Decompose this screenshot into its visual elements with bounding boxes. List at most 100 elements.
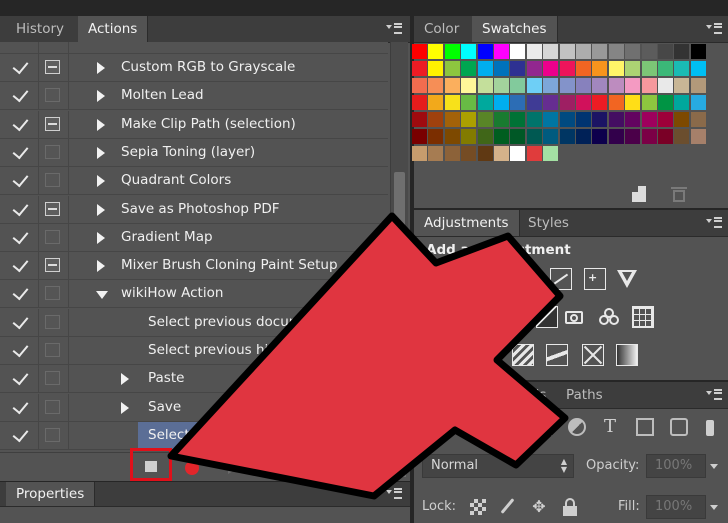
action-row[interactable]: Custom RGB to Grayscale — [0, 54, 388, 82]
color-swatch[interactable] — [412, 146, 427, 161]
color-swatch[interactable] — [412, 78, 427, 93]
color-swatch[interactable] — [412, 95, 427, 110]
color-swatch[interactable] — [477, 112, 493, 127]
color-swatch[interactable] — [412, 44, 427, 59]
color-swatch[interactable] — [625, 78, 641, 93]
photo-filter-icon[interactable] — [564, 306, 586, 328]
color-swatch[interactable] — [543, 95, 559, 110]
color-swatch[interactable] — [428, 129, 444, 144]
color-swatch[interactable] — [477, 61, 493, 76]
curves-icon[interactable] — [550, 268, 572, 290]
color-swatch[interactable] — [658, 112, 673, 127]
color-swatch[interactable] — [625, 95, 641, 110]
resize-grip-icon[interactable] — [396, 467, 406, 477]
panel-menu-icon[interactable] — [386, 21, 402, 35]
selective-color-icon[interactable] — [582, 344, 604, 366]
color-swatch[interactable] — [641, 78, 657, 93]
toggle-dialog-cell[interactable] — [38, 167, 69, 195]
channel-mixer-icon[interactable] — [598, 306, 620, 328]
toggle-item-cell[interactable] — [0, 138, 39, 166]
color-swatch[interactable] — [477, 95, 493, 110]
color-swatch[interactable] — [461, 78, 477, 93]
vibrance-icon[interactable] — [616, 268, 638, 290]
color-swatch[interactable] — [543, 112, 559, 127]
color-swatch[interactable] — [428, 61, 444, 76]
tab-color[interactable]: Color — [414, 16, 469, 42]
filter-smart-object-icon[interactable] — [670, 418, 688, 436]
actions-scrollbar[interactable] — [390, 42, 408, 452]
color-swatch[interactable] — [510, 44, 526, 59]
color-swatch[interactable] — [510, 78, 526, 93]
expand-right-icon[interactable] — [97, 118, 105, 131]
color-swatch[interactable] — [477, 146, 493, 161]
color-swatch[interactable] — [625, 129, 641, 144]
action-row[interactable]: Quadrant Colors — [0, 167, 388, 196]
color-swatch[interactable] — [674, 129, 690, 144]
color-swatch[interactable] — [559, 95, 575, 110]
color-swatch[interactable] — [658, 78, 673, 93]
lock-move-icon[interactable]: ✥ — [530, 498, 548, 516]
layers-menu-icon[interactable] — [706, 387, 722, 401]
expand-right-icon[interactable] — [97, 62, 105, 74]
color-swatch[interactable] — [592, 129, 608, 144]
color-swatch[interactable] — [494, 78, 509, 93]
properties-menu-icon[interactable] — [386, 486, 402, 500]
tab-styles[interactable]: Styles — [518, 210, 579, 236]
color-swatch[interactable] — [559, 44, 575, 59]
toggle-item-cell[interactable] — [0, 421, 39, 449]
color-swatch[interactable] — [494, 129, 509, 144]
color-swatch[interactable] — [641, 61, 657, 76]
tab-paths[interactable]: Paths — [556, 382, 613, 408]
color-swatch[interactable] — [576, 95, 591, 110]
color-swatch[interactable] — [543, 78, 559, 93]
color-swatch[interactable] — [576, 112, 591, 127]
fill-input[interactable]: 100% — [646, 495, 706, 519]
color-swatch[interactable] — [625, 44, 641, 59]
color-swatch[interactable] — [526, 44, 542, 59]
action-row[interactable]: Molten Lead — [0, 82, 388, 111]
color-swatch[interactable] — [526, 112, 542, 127]
invert-icon[interactable] — [480, 344, 502, 366]
toggle-dialog-cell[interactable] — [38, 280, 69, 308]
color-swatch[interactable] — [559, 129, 575, 144]
record-icon[interactable] — [183, 459, 201, 477]
action-row[interactable]: Save as Photoshop PDF — [0, 195, 388, 224]
opacity-input[interactable]: 100% — [646, 454, 706, 478]
color-swatch[interactable] — [690, 112, 706, 127]
toggle-dialog-cell[interactable] — [38, 421, 69, 449]
color-swatch[interactable] — [461, 95, 477, 110]
color-lookup-icon[interactable] — [632, 306, 654, 328]
action-row[interactable]: wikiHow Action — [0, 280, 388, 309]
color-swatch[interactable] — [428, 146, 444, 161]
expand-right-icon[interactable] — [97, 203, 105, 216]
color-swatch[interactable] — [592, 95, 608, 110]
color-swatch[interactable] — [674, 95, 690, 110]
color-swatch[interactable] — [510, 95, 526, 110]
new-swatch-icon[interactable] — [632, 186, 646, 202]
color-swatch[interactable] — [690, 129, 706, 144]
toggle-dialog-cell[interactable] — [38, 223, 69, 251]
lock-transparent-icon[interactable] — [470, 499, 486, 515]
swatches-menu-icon[interactable] — [706, 21, 722, 35]
filter-shape-icon[interactable] — [636, 418, 654, 436]
posterize-icon[interactable] — [512, 344, 534, 366]
toggle-item-cell[interactable] — [0, 167, 39, 195]
color-swatch[interactable] — [674, 44, 690, 59]
color-swatch[interactable] — [658, 44, 673, 59]
color-swatch[interactable] — [674, 78, 690, 93]
toggle-item-cell[interactable] — [0, 195, 39, 223]
color-swatch[interactable] — [477, 44, 493, 59]
color-swatch[interactable] — [674, 61, 690, 76]
color-swatch[interactable] — [494, 146, 509, 161]
color-swatch[interactable] — [543, 146, 559, 161]
color-swatch[interactable] — [412, 129, 427, 144]
toggle-item-cell[interactable] — [0, 393, 39, 421]
fill-dropdown-icon[interactable] — [710, 505, 718, 510]
toggle-dialog-cell[interactable] — [38, 82, 69, 110]
action-row[interactable]: Mixer Brush Cloning Paint Setup — [0, 252, 388, 281]
expand-right-icon[interactable] — [97, 260, 105, 273]
toggle-item-cell[interactable] — [0, 54, 39, 81]
color-swatch[interactable] — [641, 129, 657, 144]
color-swatch[interactable] — [444, 61, 460, 76]
adjustments-menu-icon[interactable] — [706, 215, 722, 229]
